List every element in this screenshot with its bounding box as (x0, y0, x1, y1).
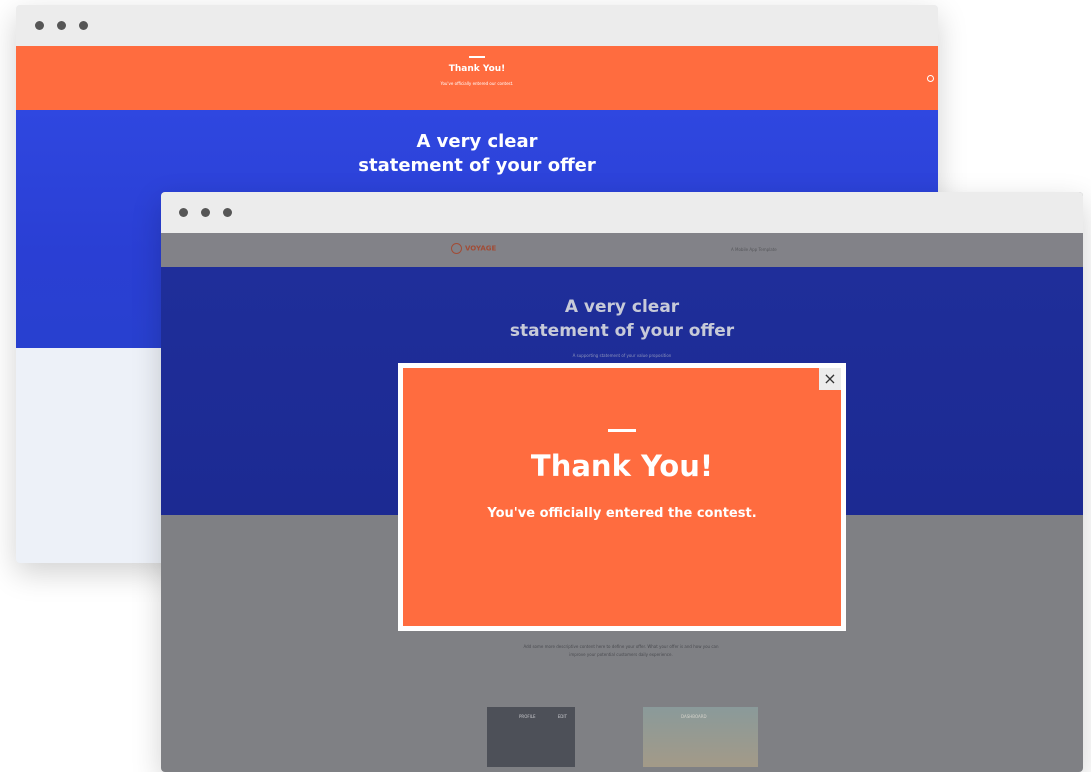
front-hero-title: A very clear statement of your offer (161, 295, 1083, 343)
site-navbar: VOYAGE A Mobile App Template (161, 233, 1083, 267)
card-label: DASHBOARD (681, 714, 707, 719)
thank-you-modal: × Thank You! You've officially entered t… (398, 363, 846, 631)
offer-description: Add some more descriptive content here t… (523, 644, 719, 657)
card-edit-label: EDIT (557, 714, 567, 719)
window-dot-icon (179, 208, 188, 217)
modal-message: You've officially entered the contest. (487, 506, 757, 521)
dashboard-card[interactable]: DASHBOARD (643, 707, 758, 767)
profile-card[interactable]: PROFILE EDIT (487, 707, 575, 767)
card-label: PROFILE (519, 714, 536, 719)
modal-content: × Thank You! You've officially entered t… (403, 368, 841, 626)
window-dot-icon (201, 208, 210, 217)
compass-icon (451, 243, 462, 254)
hero-title-line1: A very clear (416, 131, 538, 152)
hero-subtitle: A supporting statement of your value pro… (572, 353, 672, 358)
back-hero-title: A very clear statement of your offer (16, 130, 938, 178)
nav-tagline: A Mobile App Template (731, 247, 777, 252)
window-dot-icon (57, 21, 66, 30)
window-title-bar (161, 192, 1083, 233)
banner-title: Thank You! (448, 64, 506, 74)
close-icon[interactable]: × (819, 368, 841, 390)
window-dot-icon (79, 21, 88, 30)
logo-text: VOYAGE (465, 244, 497, 253)
hero-title-line2: statement of your offer (509, 321, 735, 341)
voyage-logo[interactable]: VOYAGE (451, 243, 496, 254)
window-dot-icon (223, 208, 232, 217)
modal-divider (608, 429, 636, 432)
window-title-bar (16, 5, 938, 46)
thank-you-banner: Thank You! You've officially entered our… (16, 46, 938, 110)
hero-title-line1: A very clear (564, 297, 680, 317)
banner-close-icon[interactable] (927, 75, 934, 82)
window-dot-icon (35, 21, 44, 30)
modal-title: Thank You! (530, 449, 714, 483)
banner-subtitle: You've officially entered our contest. (440, 81, 514, 86)
hero-title-line2: statement of your offer (358, 155, 596, 176)
banner-divider (469, 56, 485, 58)
